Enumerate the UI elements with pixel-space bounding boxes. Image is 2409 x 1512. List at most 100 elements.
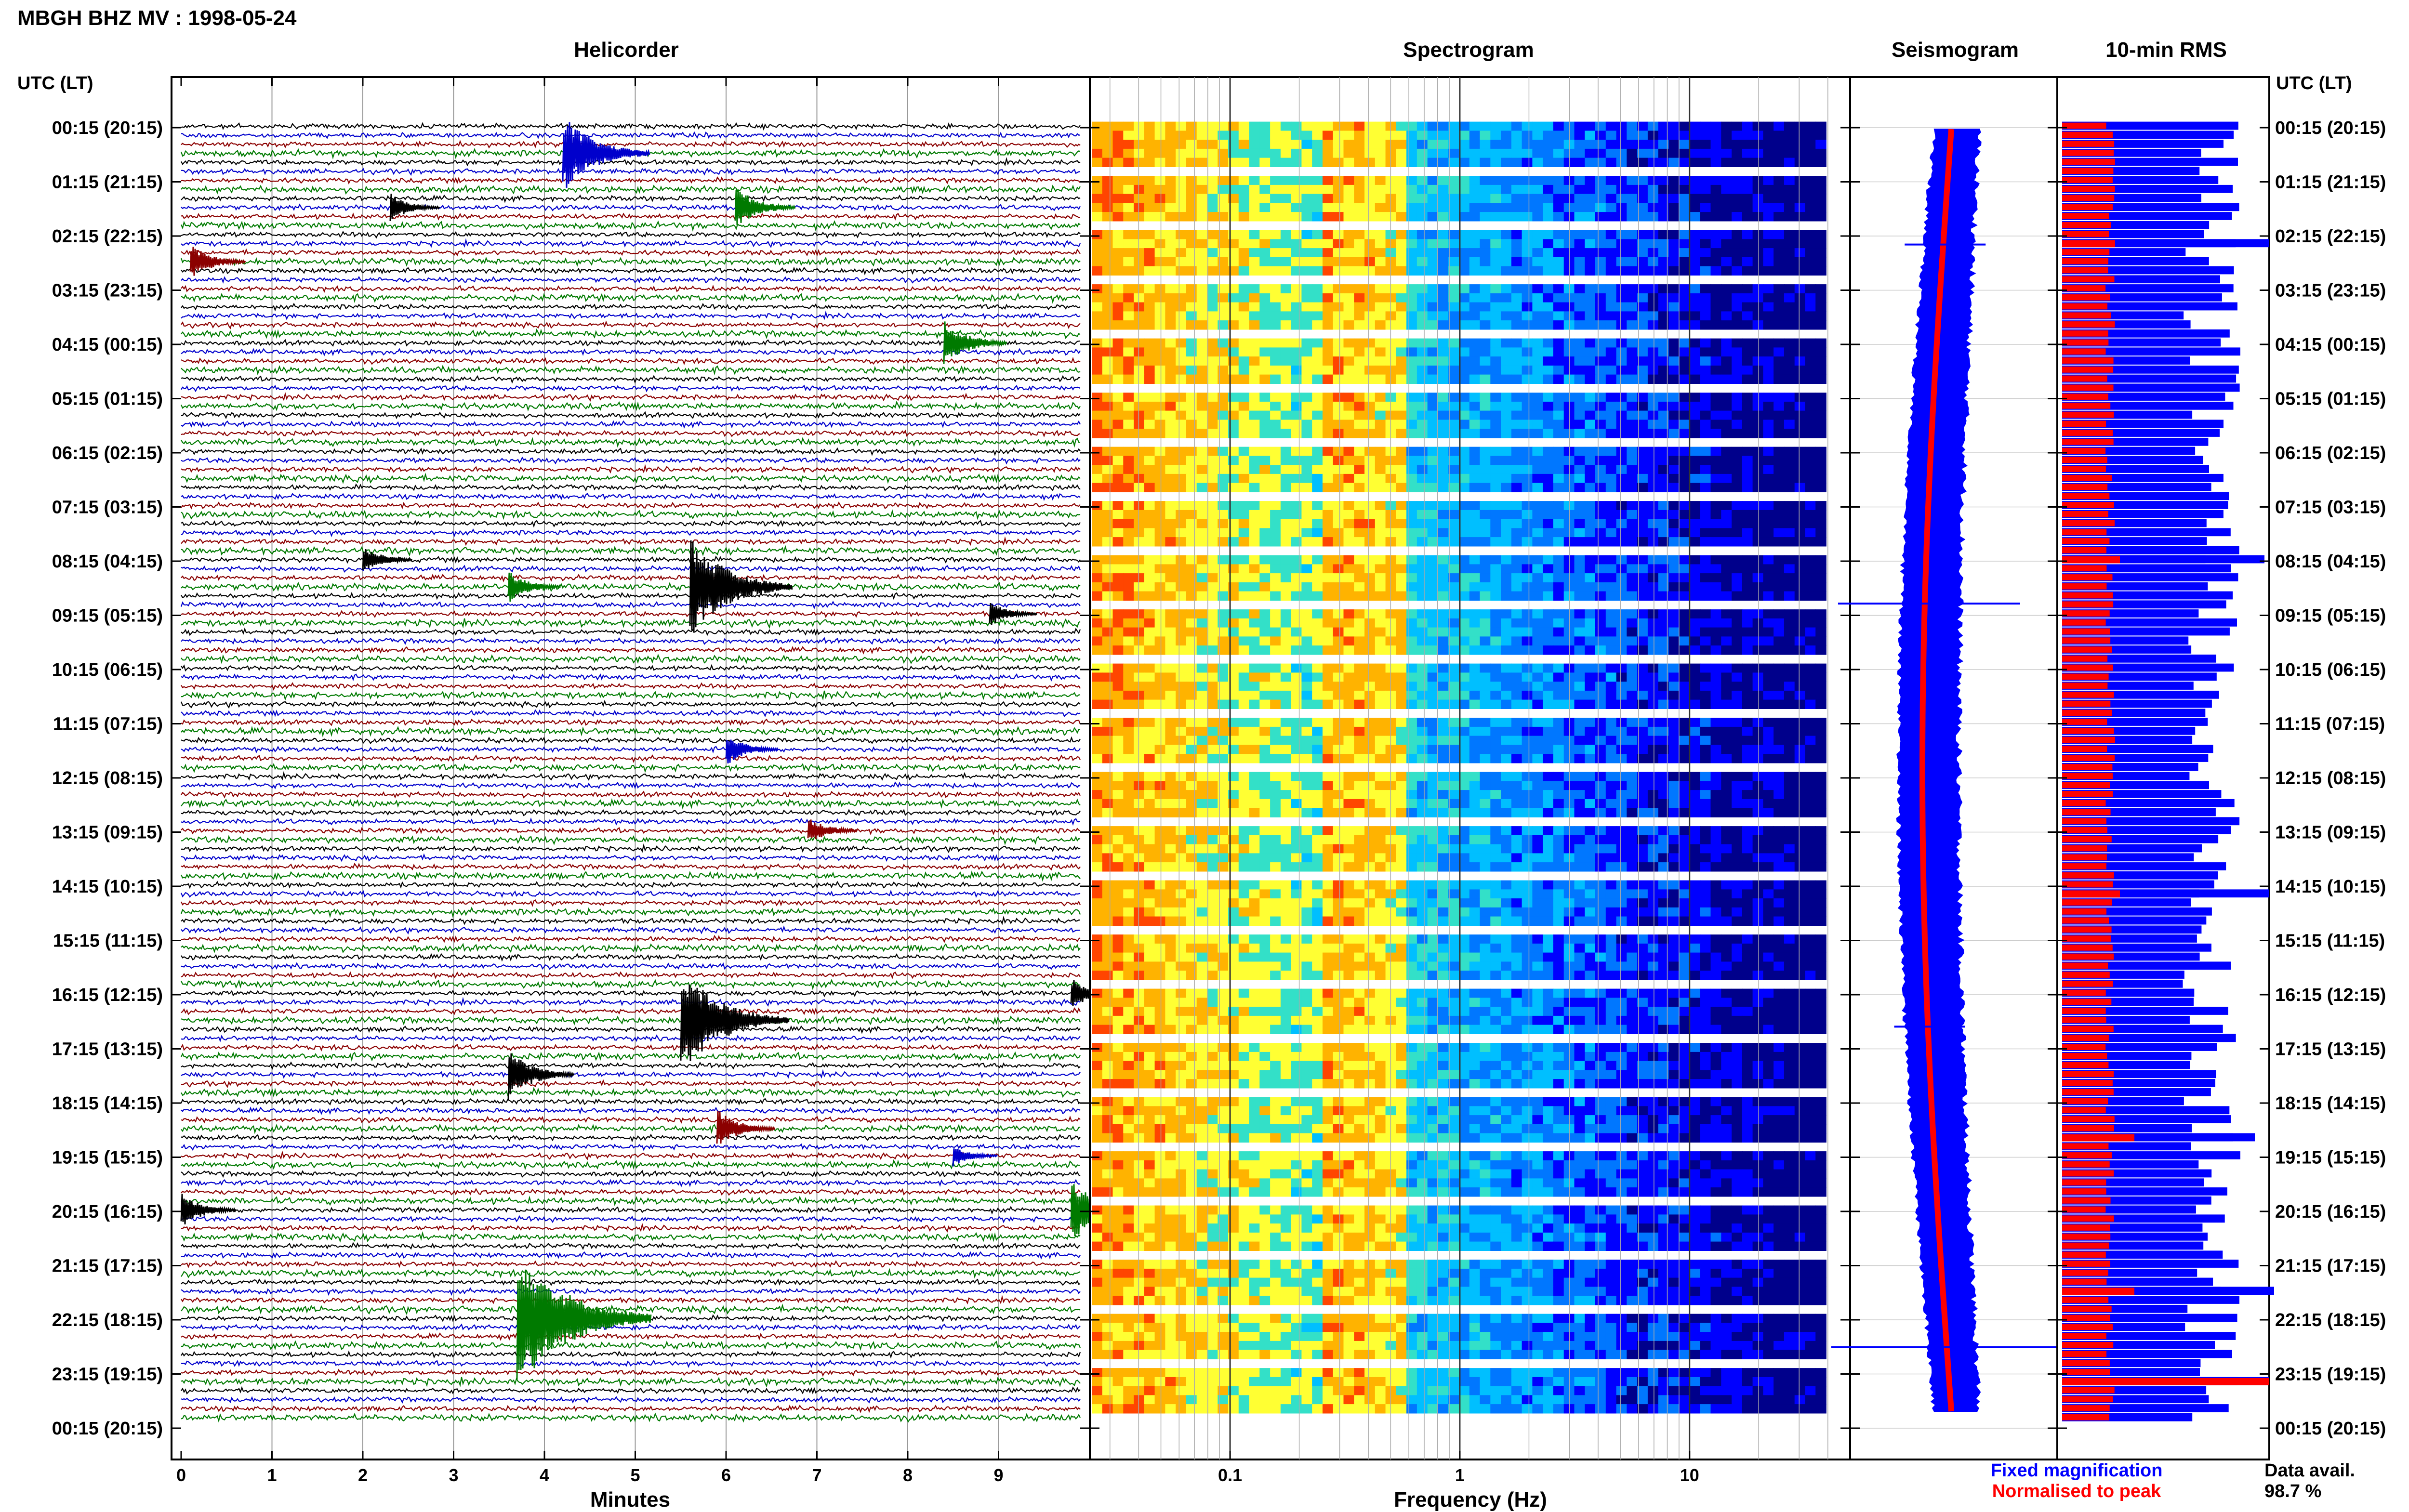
spectrogram-cell xyxy=(1690,799,1701,809)
spectrogram-cell xyxy=(1406,591,1417,601)
spectrogram-cell xyxy=(1343,410,1355,420)
spectrogram-cell xyxy=(1270,212,1281,222)
spectrogram-cell xyxy=(1196,410,1208,420)
spectrogram-cell xyxy=(1416,456,1428,465)
spectrogram-cell xyxy=(1690,393,1701,402)
spectrogram-cell xyxy=(1176,781,1187,790)
spectrogram-cell xyxy=(1102,510,1113,520)
spectrogram-cell xyxy=(1280,293,1292,303)
spectrogram-cell xyxy=(1102,194,1113,203)
spectrogram-cell xyxy=(1627,582,1638,592)
spectrogram-cell xyxy=(1574,808,1586,817)
spectrogram-cell xyxy=(1679,374,1690,384)
spectrogram-cell xyxy=(1249,248,1260,258)
spectrogram-cell xyxy=(1312,699,1323,709)
spectrogram-cell xyxy=(1815,257,1827,267)
spectrogram-cell xyxy=(1616,429,1628,438)
spectrogram-cell xyxy=(1794,212,1806,222)
spectrogram-cell xyxy=(1501,609,1512,619)
spectrogram-cell xyxy=(1469,510,1481,520)
spectrogram-cell xyxy=(1647,790,1659,800)
spectrogram-cell xyxy=(1574,736,1586,745)
spectrogram-cell xyxy=(1323,835,1334,845)
spectrogram-cell xyxy=(1490,645,1501,655)
spectrogram-cell xyxy=(1511,645,1522,655)
spectrogram-cell xyxy=(1134,121,1145,131)
spectrogram-cell xyxy=(1679,266,1690,276)
spectrogram-cell xyxy=(1123,537,1134,547)
spectrogram-cell xyxy=(1721,510,1732,520)
spectrogram-cell xyxy=(1480,682,1491,691)
spectrogram-cell xyxy=(1291,302,1302,312)
spectrogram-cell xyxy=(1165,311,1176,321)
spectrogram-cell xyxy=(1721,203,1732,212)
spectrogram-cell xyxy=(1186,465,1197,474)
spectrogram-cell xyxy=(1700,564,1711,574)
spectrogram-cell xyxy=(1469,609,1481,619)
spectrogram-cell xyxy=(1784,212,1795,222)
spectrogram-cell xyxy=(1396,473,1407,484)
spectrogram-cell xyxy=(1553,690,1564,700)
spectrogram-cell xyxy=(1280,184,1292,195)
spectrogram-cell xyxy=(1406,799,1417,809)
spectrogram-cell xyxy=(1543,257,1554,267)
spectrogram-cell xyxy=(1333,320,1344,330)
spectrogram-cell xyxy=(1543,158,1554,167)
spectrogram-cell xyxy=(1490,781,1501,790)
spectrogram-cell xyxy=(1238,429,1250,438)
spectrogram-cell xyxy=(1176,537,1187,547)
spectrogram-cell xyxy=(1627,808,1638,817)
spectrogram-cell xyxy=(1752,447,1764,456)
spectrogram-cell xyxy=(1323,347,1334,357)
spectrogram-cell xyxy=(1165,266,1176,276)
spectrogram-cell xyxy=(1710,537,1722,547)
spectrogram-cell xyxy=(1595,690,1606,700)
spectrogram-cell xyxy=(1375,726,1386,736)
spectrogram-cell xyxy=(1249,374,1260,384)
spectrogram-cell xyxy=(1522,591,1533,601)
spectrogram-cell xyxy=(1805,699,1816,709)
spectrogram-cell xyxy=(1396,158,1407,167)
spectrogram-cell xyxy=(1679,501,1690,511)
spectrogram-cell xyxy=(1375,266,1386,276)
spectrogram-cell xyxy=(1438,663,1449,673)
spectrogram-cell xyxy=(1627,844,1638,854)
spectrogram-cell xyxy=(1490,311,1501,321)
spectrogram-cell xyxy=(1238,302,1250,312)
spectrogram-cell xyxy=(1354,726,1365,736)
spectrogram-cell xyxy=(1312,736,1323,745)
spectrogram-cell xyxy=(1490,356,1501,366)
spectrogram-cell xyxy=(1732,528,1743,538)
spectrogram-cell xyxy=(1333,230,1344,239)
spectrogram-cell xyxy=(1301,239,1312,249)
spectrogram-cell xyxy=(1532,718,1543,727)
spectrogram-cell xyxy=(1595,853,1606,863)
spectrogram-cell xyxy=(1574,772,1586,781)
spectrogram-cell xyxy=(1238,844,1250,854)
spectrogram-cell xyxy=(1469,266,1481,276)
spectrogram-cell xyxy=(1574,239,1586,249)
spectrogram-cell xyxy=(1815,799,1827,809)
spectrogram-cell xyxy=(1574,356,1586,366)
spectrogram-cell xyxy=(1710,627,1722,637)
spectrogram-cell xyxy=(1574,591,1586,601)
spectrogram-cell xyxy=(1574,338,1586,348)
spectrogram-cell xyxy=(1805,772,1816,781)
spectrogram-cell xyxy=(1312,718,1323,727)
spectrogram-cell xyxy=(1784,121,1795,131)
spectrogram-cell xyxy=(1259,158,1271,167)
spectrogram-cell xyxy=(1805,690,1816,700)
spectrogram-cell xyxy=(1165,682,1176,691)
spectrogram-cell xyxy=(1196,618,1208,628)
spectrogram-cell xyxy=(1595,311,1606,321)
spectrogram-cell xyxy=(1595,745,1606,754)
spectrogram-cell xyxy=(1448,447,1459,456)
spectrogram-cell xyxy=(1112,266,1124,276)
spectrogram-cell xyxy=(1522,627,1533,637)
spectrogram-cell xyxy=(1186,148,1197,158)
spectrogram-cell xyxy=(1805,248,1816,258)
spectrogram-cell xyxy=(1406,158,1417,167)
spectrogram-cell xyxy=(1301,645,1312,655)
spectrogram-cell xyxy=(1794,338,1806,348)
spectrogram-cell xyxy=(1375,808,1386,817)
